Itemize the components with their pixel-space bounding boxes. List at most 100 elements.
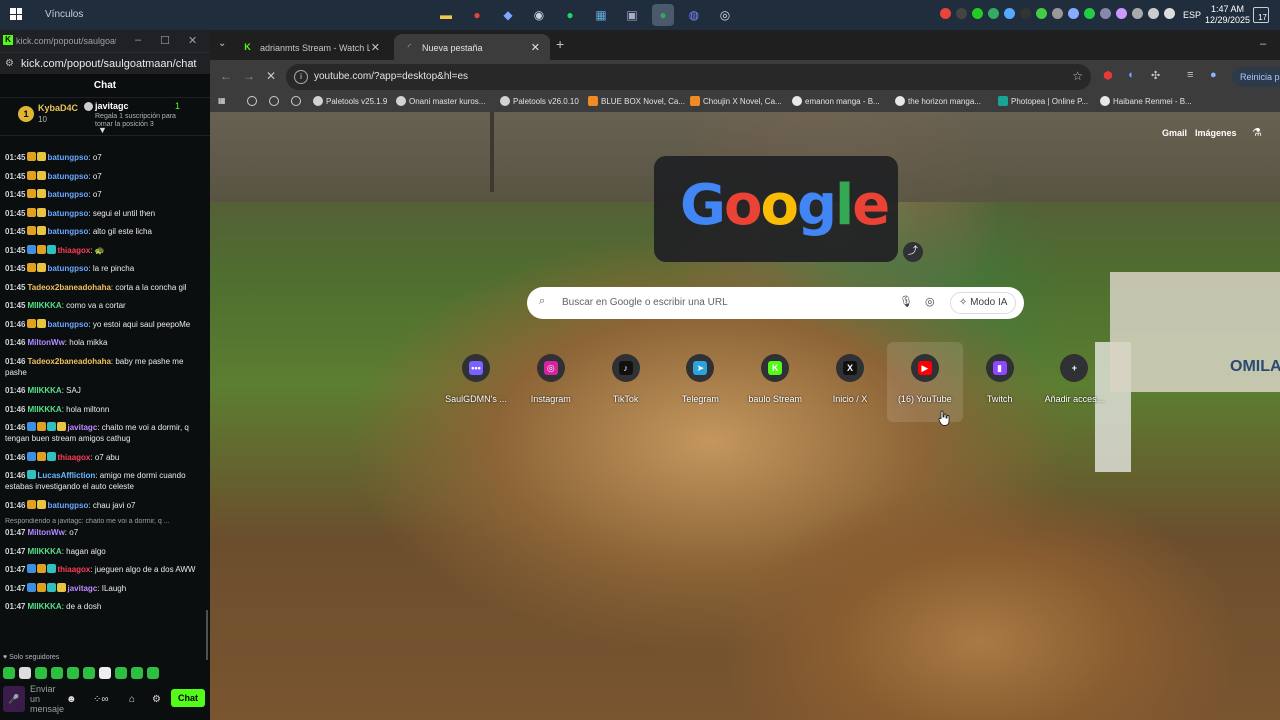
message-username[interactable]: batungpso (47, 227, 88, 236)
obs-icon[interactable]: ◎ (714, 4, 736, 26)
emote-icon[interactable] (147, 667, 159, 679)
extensions-puzzle-icon[interactable]: ✣ (1151, 69, 1160, 82)
chat-message[interactable]: 01:45 batungpso: alto gil este licha (0, 226, 204, 237)
chat-message[interactable]: 01:47 MIIKKKA: de a dosh (0, 601, 204, 612)
emote-icon[interactable] (51, 667, 63, 679)
chat-message[interactable]: 01:45 batungpso: o7 (0, 170, 204, 182)
send-chat-button[interactable]: Chat (171, 689, 205, 707)
shortcut-tile[interactable]: ♪ TikTok (588, 342, 664, 422)
message-username[interactable]: MiltonWw (27, 338, 64, 347)
kick-url[interactable]: kick.com/popout/saulgoatmaan/chat (21, 58, 197, 70)
clock[interactable]: 1:47 AM 12/29/2025 (1205, 4, 1250, 26)
message-username[interactable]: thiaagox (57, 565, 90, 574)
tray-icon[interactable] (1132, 8, 1143, 19)
chat-message[interactable]: 01:46 thiaagox: o7 abu (0, 451, 204, 463)
chat-message[interactable]: 01:45 MIIKKKA: como va a cortar (0, 300, 204, 311)
tab-search-icon[interactable]: ⌄ (218, 38, 226, 49)
bookmark-item[interactable]: Haibane Renmei - B... (1100, 96, 1192, 106)
search-icon[interactable]: ⌕ (188, 57, 194, 70)
site-info-icon[interactable]: i (294, 70, 308, 84)
tab-close-icon[interactable]: ✕ (371, 41, 380, 54)
tray-icon[interactable] (940, 8, 951, 19)
message-username[interactable]: MIIKKKA (27, 405, 61, 414)
bookmark-item[interactable]: Choujin X Novel, Ca... (690, 96, 782, 106)
google-logo[interactable]: Google (680, 174, 890, 238)
stop-loading-icon[interactable]: ✕ (266, 69, 276, 83)
tray-icon[interactable] (1004, 8, 1015, 19)
message-username[interactable]: batungpso (47, 153, 88, 162)
bookmark-globe-icon[interactable] (269, 96, 279, 106)
message-username[interactable]: batungpso (47, 209, 88, 218)
message-username[interactable]: MIIKKKA (27, 602, 61, 611)
close-icon[interactable]: ✕ (188, 34, 197, 47)
reading-list-icon[interactable]: ≡ (1187, 69, 1193, 81)
chat-message[interactable]: 01:45 batungpso: o7 (0, 189, 204, 200)
leader-name[interactable]: KybaD4C (38, 103, 78, 113)
bookmark-item[interactable]: Paletools v26.0.10 (500, 96, 579, 106)
site-settings-icon[interactable]: ⚙ (5, 58, 14, 69)
tray-icon[interactable] (1036, 8, 1047, 19)
store-icon[interactable]: ▦ (590, 4, 612, 26)
emote-icon[interactable] (83, 667, 95, 679)
chat-message[interactable]: 01:47 thiaagox: jueguen algo de a dos AWW (0, 564, 204, 575)
bookmark-globe-icon[interactable] (247, 96, 257, 106)
chat-message[interactable]: 01:46 batungpso: yo estoi aqui saul peepo… (0, 318, 204, 330)
tray-icon[interactable] (1164, 8, 1175, 19)
message-username[interactable]: batungpso (47, 264, 88, 273)
chat-message[interactable]: 01:45 batungpso: o7 (0, 152, 204, 163)
apps-grid-icon[interactable]: ▦ (218, 96, 226, 105)
search-placeholder[interactable]: Buscar en Google o escribir una URL (562, 297, 728, 308)
shortcut-tile[interactable]: ➤ Telegram (662, 342, 738, 422)
gifter-name[interactable]: javitagc (95, 101, 129, 111)
relaunch-button[interactable]: Reinicia par (1232, 67, 1280, 87)
emote-icon[interactable] (35, 667, 47, 679)
shortcut-tile[interactable]: X Inicio / X (812, 342, 888, 422)
chat-message[interactable]: 01:45 thiaagox: 🐢 (0, 244, 204, 256)
forward-icon[interactable]: → (243, 69, 255, 83)
emote-icon[interactable] (67, 667, 79, 679)
shortcut-tile[interactable]: ▶ (16) YouTube (886, 342, 963, 422)
gmail-link[interactable]: Gmail (1162, 128, 1187, 138)
bookmark-item[interactable]: emanon manga - B... (792, 96, 880, 106)
message-username[interactable]: javitagc (67, 423, 97, 432)
bookmark-item[interactable]: Paletools v25.1.9 (313, 96, 387, 106)
gift-store-icon[interactable]: ⌂ (129, 694, 135, 705)
bookmark-item[interactable]: Photopea | Online P... (998, 96, 1088, 106)
windows-start-icon[interactable] (10, 8, 22, 20)
chat-message[interactable]: 01:46 MIIKKKA: hola miltonn (0, 404, 204, 415)
message-username[interactable]: Tadeox2baneadohaha (27, 283, 110, 292)
tray-icon[interactable] (1116, 8, 1127, 19)
message-username[interactable]: MIIKKKA (27, 386, 61, 395)
omnibox[interactable]: i youtube.com/?app=desktop&hl=es ☆ (286, 64, 1091, 90)
chat-message[interactable]: 01:47 javitagc: ILaugh (0, 582, 204, 594)
message-username[interactable]: MIIKKKA (27, 301, 61, 310)
chat-message[interactable]: 01:46 batungpso: chau javi o7 (0, 499, 204, 511)
chrome-icon[interactable]: ● (466, 4, 488, 26)
chat-message[interactable]: 01:46 Tadeox2baneadohaha: baby me pashe m… (0, 356, 204, 378)
window-minimize-icon[interactable]: – (1260, 38, 1266, 50)
message-username[interactable]: batungpso (47, 320, 88, 329)
chat-input[interactable]: Enviar un mensaje (30, 684, 64, 714)
tray-icon[interactable] (988, 8, 999, 19)
share-doodle-icon[interactable]: ⤴ (903, 242, 923, 262)
gift-cta[interactable]: Regala 1 suscripción para tomar la posic… (95, 113, 195, 129)
chat-message[interactable]: 01:46 javitagc: chaito me voi a dormir, q… (0, 422, 204, 444)
bookmark-star-icon[interactable]: ☆ (1072, 69, 1083, 83)
tab-close-icon[interactable]: ✕ (531, 41, 540, 54)
lens-icon[interactable]: ◎ (925, 295, 935, 308)
shortcut-tile[interactable]: ▮ Twitch (962, 342, 1038, 422)
file-explorer-icon[interactable]: ▬ (435, 4, 457, 26)
language-indicator[interactable]: ESP (1183, 10, 1201, 20)
maximize-icon[interactable]: ☐ (160, 34, 170, 47)
tray-icon[interactable] (972, 8, 983, 19)
message-username[interactable]: batungpso (47, 190, 88, 199)
discord-icon[interactable]: ◍ (683, 4, 705, 26)
tray-icon[interactable] (1100, 8, 1111, 19)
kick-address-bar[interactable]: ⚙ kick.com/popout/saulgoatmaan/chat ⌕ (0, 52, 210, 74)
message-username[interactable]: batungpso (47, 172, 88, 181)
message-username[interactable]: Tadeox2baneadohaha (27, 357, 110, 366)
user-avatar[interactable]: 🎤 (3, 686, 25, 712)
shortcut-tile[interactable]: Kbaulo Stream (737, 342, 813, 422)
emote-icon[interactable] (3, 667, 15, 679)
emote-icon[interactable] (115, 667, 127, 679)
